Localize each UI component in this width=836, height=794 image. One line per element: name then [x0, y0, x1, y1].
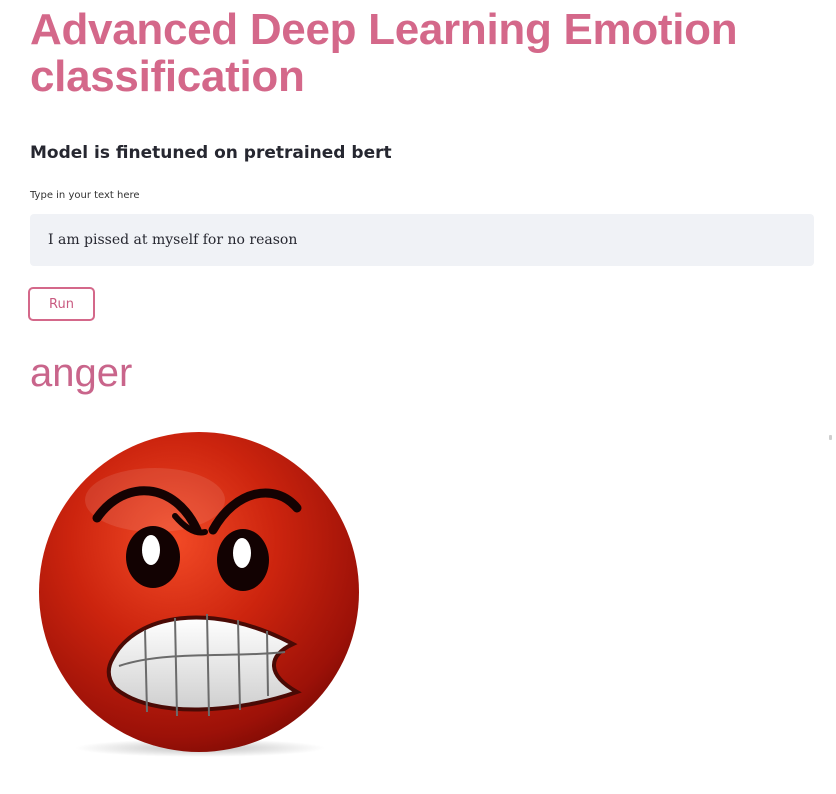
scrollbar[interactable] [829, 435, 832, 440]
text-input[interactable] [30, 214, 814, 266]
angry-face-icon [39, 432, 359, 757]
page-title: Advanced Deep Learning Emotion classific… [30, 5, 738, 101]
model-description: Model is finetuned on pretrained bert [30, 143, 392, 163]
predicted-emotion: anger [30, 351, 133, 395]
text-input-label: Type in your text here [30, 190, 140, 201]
app-page: Advanced Deep Learning Emotion classific… [0, 0, 836, 794]
run-button[interactable]: Run [28, 287, 95, 321]
